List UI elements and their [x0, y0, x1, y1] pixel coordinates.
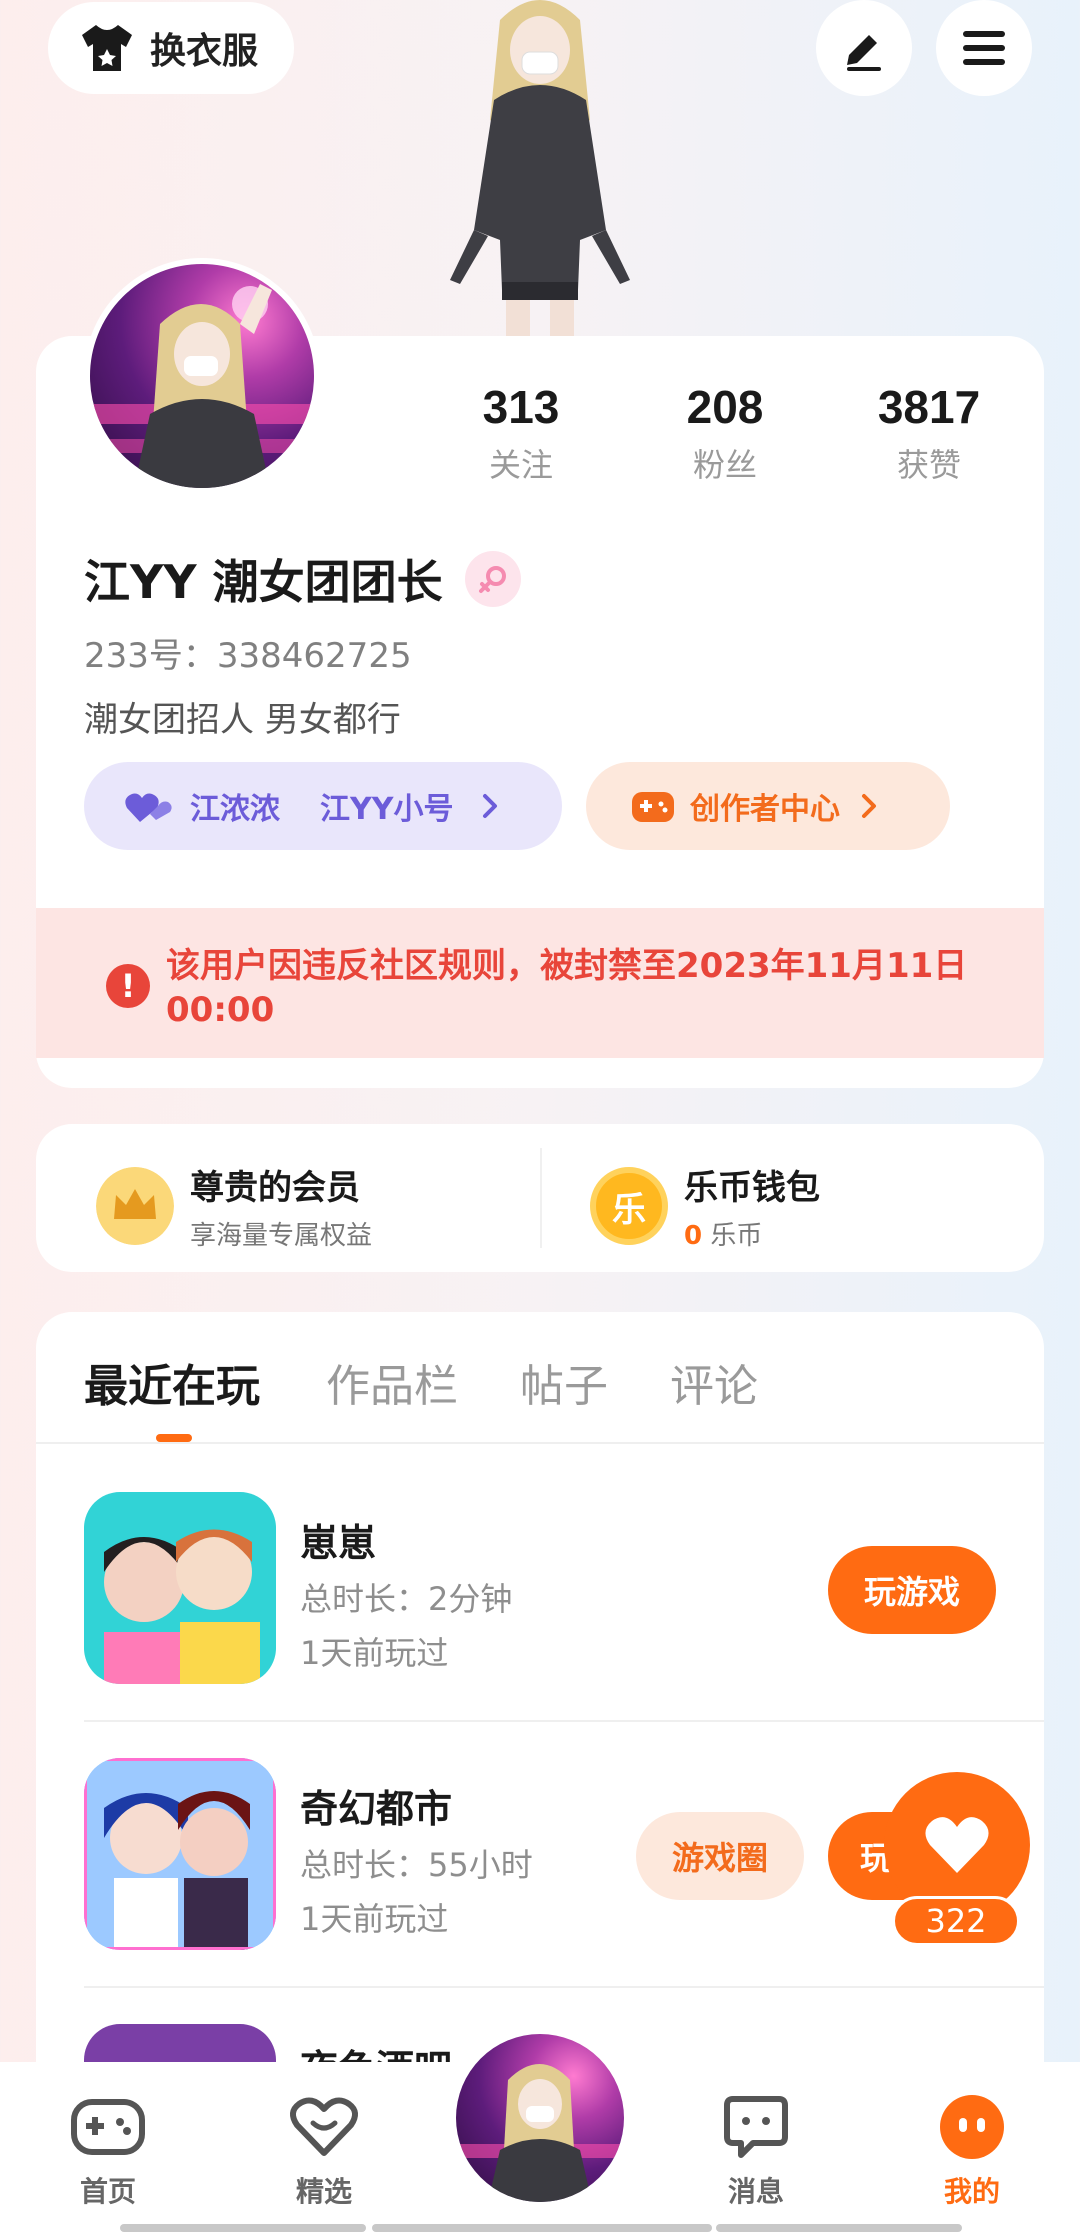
- linked-friend-pill[interactable]: 江浓浓 江YY小号: [84, 762, 562, 850]
- double-heart-icon: [125, 793, 172, 822]
- nav-featured-label: 精选: [295, 2175, 352, 2208]
- gamepad-icon: [632, 792, 674, 822]
- wallet-balance: 0 乐币: [684, 1215, 820, 1252]
- divider: [84, 1986, 1044, 1988]
- menu-button[interactable]: [936, 0, 1032, 96]
- following-label: 关注: [488, 446, 553, 484]
- divider: [540, 1148, 542, 1248]
- game-name: 崽崽: [300, 1521, 377, 1565]
- home-indicator-segment: [372, 2224, 712, 2232]
- following-stat[interactable]: 313 关注: [436, 380, 606, 486]
- creator-center-button[interactable]: 创作者中心: [586, 762, 950, 850]
- nav-messages-label: 消息: [727, 2175, 784, 2208]
- nav-home-label: 首页: [79, 2175, 136, 2208]
- user-name: 江YY 潮女团团长: [84, 555, 443, 609]
- friend-name-2: 江YY小号: [320, 792, 454, 827]
- crown-icon: [96, 1167, 174, 1245]
- friend-name-1: 江浓浓: [190, 792, 280, 827]
- likes-label: 获赞: [896, 446, 961, 484]
- tab-posts[interactable]: 帖子: [520, 1350, 608, 1414]
- divider: [36, 1442, 1044, 1444]
- ban-notice-text: 该用户因违反社区规则，被封禁至2023年11月11日 00:00: [166, 946, 968, 1030]
- wallet-amount: 0: [684, 1221, 703, 1251]
- user-id[interactable]: 233号：338462725: [84, 628, 412, 677]
- avatar-character-figure[interactable]: [430, 0, 650, 336]
- game-icon-fantasy-city[interactable]: [84, 1758, 276, 1950]
- wallet-title: 乐币钱包: [684, 1168, 820, 1208]
- following-count: 313: [482, 381, 560, 433]
- chevron-right-icon: [483, 794, 498, 818]
- alert-icon: !: [106, 964, 150, 1008]
- tab-recently-played[interactable]: 最近在玩: [84, 1350, 260, 1414]
- followers-count: 208: [686, 381, 764, 433]
- gamepad-icon: [71, 2099, 145, 2155]
- coin-glyph: 乐: [612, 1189, 646, 1230]
- home-indicator-segment: [120, 2224, 366, 2232]
- game-name: 夜色酒吧: [300, 2038, 452, 2062]
- game-last-played: 1天前玩过: [300, 1900, 449, 1938]
- home-indicator-segment: [716, 2224, 962, 2232]
- nav-messages[interactable]: 消息: [686, 2092, 826, 2210]
- coin-icon: 乐: [590, 1167, 668, 1245]
- chevron-right-icon: [862, 794, 876, 818]
- tab-works[interactable]: 作品栏: [326, 1350, 458, 1414]
- game-last-played: 1天前玩过: [300, 1634, 449, 1672]
- creator-center-label: 创作者中心: [690, 792, 840, 827]
- edit-profile-button[interactable]: [816, 0, 912, 96]
- like-count: 322: [892, 1896, 1020, 1946]
- game-icon-zaizai[interactable]: [84, 1492, 276, 1684]
- vip-subtitle: 享海量专属权益: [190, 1221, 373, 1251]
- heart-icon: [925, 1817, 989, 1873]
- nav-featured[interactable]: 精选: [254, 2092, 394, 2210]
- nav-mine[interactable]: 我的: [902, 2092, 1042, 2210]
- active-tab-indicator: [156, 1434, 192, 1442]
- ban-notice: ! 该用户因违反社区规则，被封禁至2023年11月11日 00:00: [36, 908, 1044, 1058]
- user-bio: 潮女团招人 男女都行: [84, 700, 401, 740]
- game-name: 奇幻都市: [300, 1787, 453, 1831]
- game-duration: 总时长：2分钟: [300, 1580, 513, 1618]
- vip-title: 尊贵的会员: [190, 1168, 360, 1208]
- wallet-entry[interactable]: 乐 乐币钱包 0 乐币: [590, 1160, 820, 1252]
- change-outfit-label: 换衣服: [150, 31, 259, 72]
- name-row: 江YY 潮女团团长: [84, 546, 521, 612]
- nav-home[interactable]: 首页: [38, 2092, 178, 2210]
- nav-mine-label: 我的: [943, 2175, 1000, 2208]
- avatar: [456, 2034, 624, 2202]
- tshirt-icon: [82, 25, 132, 71]
- likes-count: 3817: [877, 381, 981, 433]
- heart-outline-icon: [290, 2097, 358, 2156]
- game-circle-button[interactable]: 游戏圈: [636, 1812, 804, 1900]
- followers-stat[interactable]: 208 粉丝: [640, 380, 810, 486]
- tab-comments[interactable]: 评论: [670, 1350, 758, 1414]
- change-outfit-button[interactable]: 换衣服: [48, 2, 294, 94]
- wallet-unit: 乐币: [710, 1221, 763, 1251]
- vip-entry[interactable]: 尊贵的会员 享海量专属权益: [96, 1160, 372, 1252]
- nav-center-avatar[interactable]: [438, 2016, 642, 2220]
- female-gender-icon: [464, 551, 521, 607]
- profile-avatar[interactable]: [84, 258, 320, 494]
- chat-bubble-icon: [724, 2096, 788, 2158]
- divider: [84, 1720, 1044, 1722]
- avatar-image: [90, 284, 314, 488]
- pencil-icon: [847, 35, 881, 71]
- followers-label: 粉丝: [692, 446, 757, 484]
- hamburger-menu-icon: [963, 31, 1005, 65]
- play-game-button[interactable]: 玩游戏: [828, 1546, 996, 1634]
- profile-face-icon: [940, 2095, 1004, 2159]
- game-duration: 总时长：55小时: [300, 1846, 533, 1884]
- likes-stat[interactable]: 3817 获赞: [844, 380, 1014, 486]
